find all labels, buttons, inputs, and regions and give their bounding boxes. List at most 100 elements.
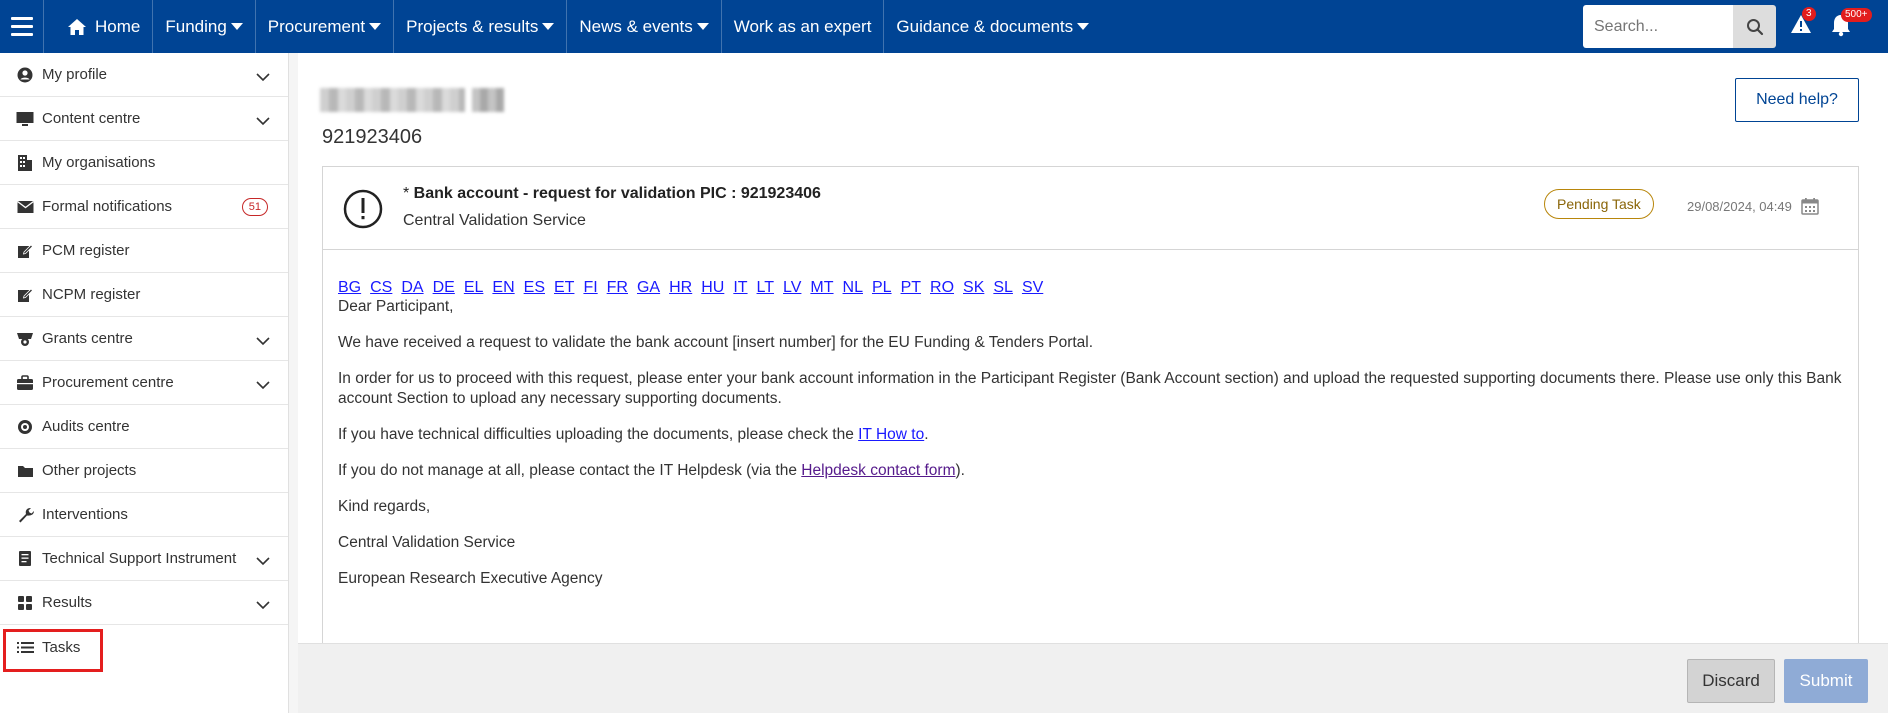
document-icon	[15, 549, 35, 569]
sidebar-item-label: PCM register	[42, 242, 130, 259]
edit-icon	[15, 285, 35, 305]
nav-funding-label: Funding	[165, 16, 227, 36]
paragraph-text: .	[924, 426, 929, 443]
sidebar-item-procurement-centre[interactable]: Procurement centre	[0, 361, 288, 405]
sidebar-item-results[interactable]: Results	[0, 581, 288, 625]
need-help-button[interactable]: Need help?	[1735, 78, 1859, 122]
language-link-fi[interactable]: FI	[583, 279, 597, 297]
signature-line-1: Central Validation Service	[338, 534, 516, 551]
language-link-bg[interactable]: BG	[338, 279, 361, 297]
sidebar-item-label: Results	[42, 594, 93, 611]
sidebar: My profile Content centre My organisatio…	[0, 53, 289, 713]
language-link-hu[interactable]: HU	[701, 279, 724, 297]
sidebar-item-ncpm-register[interactable]: NCPM register	[0, 273, 288, 317]
nav-procurement[interactable]: Procurement	[256, 0, 395, 53]
search-button[interactable]	[1733, 5, 1776, 48]
signature-line-2: European Research Executive Agency	[338, 570, 603, 587]
caret-down-icon	[230, 23, 243, 30]
alerts-count-badge: 3	[1802, 7, 1816, 21]
envelope-icon	[15, 197, 35, 217]
nav-work-as-expert[interactable]: Work as an expert	[722, 0, 885, 53]
closing-text: Kind regards,	[338, 498, 431, 515]
language-link-lv[interactable]: LV	[783, 279, 801, 297]
sidebar-item-content-centre[interactable]: Content centre	[0, 97, 288, 141]
sidebar-item-label: Technical Support Instrument	[42, 550, 237, 567]
it-how-to-link[interactable]: IT How to	[858, 426, 924, 443]
redacted-organisation-name	[320, 88, 504, 112]
sidebar-item-my-profile[interactable]: My profile	[0, 53, 288, 97]
message-paragraph-1: We have received a request to validate t…	[338, 334, 1094, 351]
nav-home[interactable]: Home	[43, 0, 154, 53]
language-link-en[interactable]: EN	[492, 279, 514, 297]
sidebar-item-other-projects[interactable]: Other projects	[0, 449, 288, 493]
language-link-lt[interactable]: LT	[757, 279, 774, 297]
building-icon	[15, 153, 35, 173]
language-link-el[interactable]: EL	[464, 279, 484, 297]
language-link-it[interactable]: IT	[733, 279, 747, 297]
task-title-text: Bank account - request for validation PI…	[413, 185, 821, 202]
calendar-icon[interactable]	[1801, 197, 1819, 219]
nav-news-events[interactable]: News & events	[567, 0, 722, 53]
caret-down-icon	[696, 23, 709, 30]
paragraph-text: If you have technical difficulties uploa…	[338, 426, 859, 443]
task-title: * Bank account - request for validation …	[403, 185, 821, 203]
sidebar-item-tasks[interactable]: Tasks	[0, 625, 288, 669]
user-circle-icon	[15, 65, 35, 85]
notifications-button[interactable]: 500+	[1830, 8, 1872, 41]
helpdesk-contact-form-link[interactable]: Helpdesk contact form	[801, 462, 955, 479]
nav-funding[interactable]: Funding	[153, 0, 256, 53]
sidebar-item-pcm-register[interactable]: PCM register	[0, 229, 288, 273]
sidebar-item-interventions[interactable]: Interventions	[0, 493, 288, 537]
language-link-sl[interactable]: SL	[993, 279, 1013, 297]
nav-projects-results[interactable]: Projects & results	[394, 0, 568, 53]
language-links: BG CS DA DE EL EN ES ET FI FR GA HR HU I…	[338, 279, 1844, 297]
language-link-es[interactable]: ES	[524, 279, 545, 297]
language-link-pl[interactable]: PL	[872, 279, 892, 297]
language-link-sv[interactable]: SV	[1022, 279, 1043, 297]
nav-guidance-label: Guidance & documents	[896, 16, 1074, 36]
sidebar-item-label: Grants centre	[42, 330, 133, 347]
sidebar-item-technical-support-instrument[interactable]: Technical Support Instrument	[0, 537, 288, 581]
language-link-mt[interactable]: MT	[810, 279, 833, 297]
sidebar-item-label: My profile	[42, 66, 108, 83]
grid-icon	[15, 593, 35, 613]
notifications-count-badge: 51	[241, 198, 268, 216]
submit-button[interactable]: Submit	[1784, 659, 1868, 703]
sidebar-item-label: NCPM register	[42, 286, 141, 303]
task-message-body: BG CS DA DE EL EN ES ET FI FR GA HR HU I…	[323, 250, 1858, 589]
chevron-down-icon	[256, 377, 270, 394]
sidebar-item-my-organisations[interactable]: My organisations	[0, 141, 288, 185]
language-link-de[interactable]: DE	[433, 279, 455, 297]
language-link-fr[interactable]: FR	[607, 279, 628, 297]
nav-projects-label: Projects & results	[406, 16, 539, 36]
chevron-down-icon	[256, 333, 270, 350]
language-link-da[interactable]: DA	[401, 279, 423, 297]
language-link-ro[interactable]: RO	[930, 279, 954, 297]
discard-button[interactable]: Discard	[1687, 659, 1775, 703]
required-marker: *	[403, 185, 414, 202]
briefcase-icon	[15, 373, 35, 393]
search-box	[1583, 5, 1733, 48]
language-link-sk[interactable]: SK	[963, 279, 984, 297]
hamburger-menu-icon[interactable]	[0, 0, 43, 53]
exclamation-circle-icon	[343, 189, 383, 229]
folder-icon	[15, 461, 35, 481]
message-paragraph-4: If you do not manage at all, please cont…	[338, 461, 1844, 481]
language-link-ga[interactable]: GA	[637, 279, 660, 297]
language-link-nl[interactable]: NL	[843, 279, 863, 297]
language-link-hr[interactable]: HR	[669, 279, 692, 297]
task-subtitle: Central Validation Service	[403, 212, 586, 229]
task-card: * Bank account - request for validation …	[322, 166, 1859, 646]
language-link-cs[interactable]: CS	[370, 279, 392, 297]
status-badge: Pending Task	[1544, 189, 1654, 219]
language-link-et[interactable]: ET	[554, 279, 574, 297]
search-input[interactable]	[1583, 17, 1733, 36]
alerts-button[interactable]: 3	[1790, 7, 1816, 39]
language-link-pt[interactable]: PT	[901, 279, 921, 297]
sidebar-item-formal-notifications[interactable]: Formal notifications 51	[0, 185, 288, 229]
nav-guidance-documents[interactable]: Guidance & documents	[884, 0, 1101, 53]
nav-expert-label: Work as an expert	[733, 16, 872, 36]
sidebar-item-audits-centre[interactable]: Audits centre	[0, 405, 288, 449]
sidebar-item-grants-centre[interactable]: Grants centre	[0, 317, 288, 361]
sidebar-item-label: Formal notifications	[42, 198, 173, 215]
